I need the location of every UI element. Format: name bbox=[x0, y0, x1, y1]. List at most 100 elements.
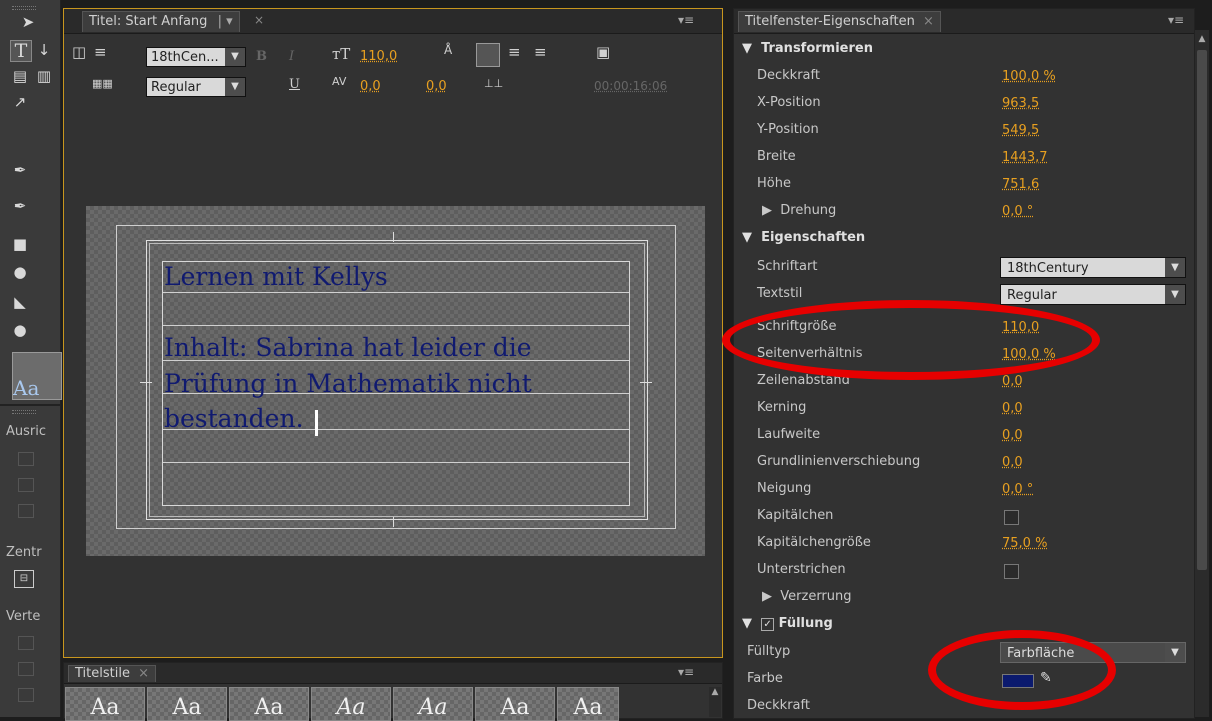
prop-row: Kapitälchen bbox=[734, 504, 1194, 531]
fill-checkbox[interactable]: ✓ bbox=[761, 618, 775, 631]
prop-value[interactable]: 0,0 ° bbox=[1002, 204, 1033, 219]
path-type-tool-icon[interactable]: ↗ bbox=[10, 92, 30, 112]
title-style-swatch[interactable]: Aa bbox=[557, 687, 619, 721]
prop-label: Höhe bbox=[757, 176, 791, 191]
type-tool-icon[interactable]: T bbox=[10, 40, 32, 62]
roll-crawl-options-icon[interactable]: ◫ bbox=[72, 43, 86, 61]
panel-grip[interactable] bbox=[12, 410, 36, 414]
align-right-icon[interactable] bbox=[18, 504, 34, 518]
bold-icon[interactable]: B bbox=[256, 49, 267, 64]
italic-icon[interactable]: I bbox=[289, 49, 294, 64]
align-center-text-icon[interactable]: ≡ bbox=[508, 43, 521, 61]
section-fill[interactable]: ▼ ✓ Füllung bbox=[734, 612, 1194, 639]
panel-grip[interactable] bbox=[12, 6, 36, 10]
wedge-tool-icon[interactable]: ◣ bbox=[10, 292, 30, 312]
center-horizontal-icon[interactable]: ⊟ bbox=[14, 570, 34, 588]
tab-title[interactable]: Titel: Start Anfang | ▾ bbox=[82, 11, 240, 32]
font-style-dropdown[interactable]: Regular ▼ bbox=[146, 77, 246, 97]
prop-label: Breite bbox=[757, 149, 796, 164]
properties-scrollbar[interactable]: ▲ bbox=[1195, 30, 1209, 717]
title-text-line[interactable]: Lernen mit Kellys bbox=[164, 262, 388, 291]
close-icon[interactable]: × bbox=[923, 14, 934, 29]
prop-row: Kapitälchengröße 75,0 % bbox=[734, 531, 1194, 558]
panel-menu-icon[interactable]: ▾≡ bbox=[678, 13, 694, 27]
align-left-icon[interactable] bbox=[18, 452, 34, 466]
add-anchor-tool-icon[interactable]: ✒ bbox=[10, 196, 30, 216]
tab-title-properties[interactable]: Titelfenster-Eigenschaften × bbox=[738, 11, 941, 32]
arc-tool-icon[interactable]: ● bbox=[10, 320, 30, 340]
vertical-area-type-tool-icon[interactable]: ▥ bbox=[34, 66, 54, 86]
section-transform[interactable]: ▼ Transformieren bbox=[734, 37, 1194, 64]
tab-stops-icon[interactable]: ≡ bbox=[94, 43, 107, 61]
close-icon[interactable]: × bbox=[254, 13, 264, 27]
prop-value[interactable]: 0,0 bbox=[1002, 401, 1023, 416]
font-family-select[interactable]: 18thCentury ▼ bbox=[1000, 257, 1186, 278]
kerning-icon: AV bbox=[332, 75, 347, 88]
small-caps-checkbox[interactable] bbox=[1004, 510, 1019, 525]
align-center-icon[interactable] bbox=[18, 478, 34, 492]
title-style-swatch[interactable]: Aa bbox=[65, 687, 145, 721]
title-tabbar: Titel: Start Anfang | ▾ × ▾≡ bbox=[64, 9, 722, 34]
prop-value[interactable]: 0,0 bbox=[1002, 455, 1023, 470]
tab-menu-icon[interactable]: | ▾ bbox=[218, 14, 233, 29]
title-style-swatch[interactable]: Aa bbox=[311, 687, 391, 721]
pen-tool-icon[interactable]: ✒ bbox=[10, 160, 30, 180]
rectangle-tool-icon[interactable]: ■ bbox=[10, 234, 30, 254]
area-type-tool-icon[interactable]: ▤ bbox=[10, 66, 30, 86]
prop-value[interactable]: 1443,7 bbox=[1002, 150, 1048, 165]
underline-icon[interactable]: U bbox=[289, 77, 300, 92]
title-style-swatch[interactable]: Aa bbox=[475, 687, 555, 721]
title-text-line[interactable]: Prüfung in Mathematik nicht bbox=[164, 369, 532, 398]
show-background-video-icon[interactable]: ▣ bbox=[596, 43, 610, 61]
font-style-value: Regular bbox=[151, 80, 201, 95]
distribute-right-icon[interactable] bbox=[18, 688, 34, 702]
section-properties[interactable]: ▼ Eigenschaften bbox=[734, 226, 1194, 253]
distribute-left-icon[interactable] bbox=[18, 636, 34, 650]
leading-value[interactable]: 0,0 bbox=[426, 79, 447, 94]
prop-value[interactable]: 0,0 bbox=[1002, 374, 1023, 389]
title-text-line[interactable]: Inhalt: Sabrina hat leider die bbox=[164, 333, 532, 362]
prop-value[interactable]: 963,5 bbox=[1002, 96, 1039, 111]
styles-scrollbar[interactable]: ▲ bbox=[709, 687, 721, 717]
styles-tabbar: Titelstile × ▾≡ bbox=[64, 663, 722, 684]
prop-value[interactable]: 75,0 % bbox=[1002, 536, 1047, 551]
tab-title-styles[interactable]: Titelstile × bbox=[68, 665, 156, 682]
ellipse-tool-icon[interactable]: ● bbox=[10, 262, 30, 282]
chevron-down-icon: ▼ bbox=[225, 48, 245, 66]
prop-row-verzerrung[interactable]: ▶ Verzerrung bbox=[734, 585, 1194, 612]
title-text-line[interactable]: bestanden. bbox=[164, 404, 304, 433]
underline-checkbox[interactable] bbox=[1004, 564, 1019, 579]
panel-menu-icon[interactable]: ▾≡ bbox=[1168, 13, 1184, 27]
title-styles-panel: Titelstile × ▾≡ Aa Aa Aa Aa Aa Aa Aa ▲ bbox=[63, 662, 723, 721]
scrollbar-thumb[interactable] bbox=[1197, 50, 1207, 570]
panel-menu-icon[interactable]: ▾≡ bbox=[678, 665, 694, 679]
font-style-select[interactable]: Regular ▼ bbox=[1000, 284, 1186, 305]
scroll-up-icon[interactable]: ▲ bbox=[1196, 34, 1208, 44]
font-size-value[interactable]: 110,0 bbox=[360, 49, 397, 64]
timecode[interactable]: 00:00:16:06 bbox=[594, 79, 667, 93]
template-icon[interactable]: ▦▦ bbox=[92, 77, 113, 90]
font-family-value: 18thCen... bbox=[151, 50, 219, 65]
close-icon[interactable]: × bbox=[138, 666, 149, 681]
title-style-swatch[interactable]: Aa bbox=[147, 687, 227, 721]
kerning-value[interactable]: 0,0 bbox=[360, 79, 381, 94]
prop-value[interactable]: 0,0 ° bbox=[1002, 482, 1033, 497]
prop-value[interactable]: 751,6 bbox=[1002, 177, 1039, 192]
center-tick bbox=[393, 517, 394, 527]
selection-tool-icon[interactable]: ➤ bbox=[18, 12, 38, 32]
font-size-icon: тT bbox=[332, 45, 351, 63]
prop-value[interactable]: 100,0 % bbox=[1002, 69, 1056, 84]
title-style-swatch[interactable]: Aa bbox=[229, 687, 309, 721]
font-family-dropdown[interactable]: 18thCen... ▼ bbox=[146, 47, 246, 67]
vertical-type-tool-icon[interactable]: ↓ bbox=[34, 40, 54, 60]
tab-ruler-icon[interactable]: ⊥⊥ bbox=[484, 77, 503, 90]
distribute-center-icon[interactable] bbox=[18, 662, 34, 676]
chevron-down-icon: ▼ bbox=[225, 78, 245, 96]
prop-value[interactable]: 0,0 bbox=[1002, 428, 1023, 443]
prop-value[interactable]: 549,5 bbox=[1002, 123, 1039, 138]
align-left-text-icon[interactable] bbox=[476, 43, 500, 67]
prop-row-drehung[interactable]: ▶ Drehung 0,0 ° bbox=[734, 199, 1194, 226]
prop-label: Neigung bbox=[757, 481, 812, 496]
title-style-swatch[interactable]: Aa bbox=[393, 687, 473, 721]
align-right-text-icon[interactable]: ≡ bbox=[534, 43, 547, 61]
